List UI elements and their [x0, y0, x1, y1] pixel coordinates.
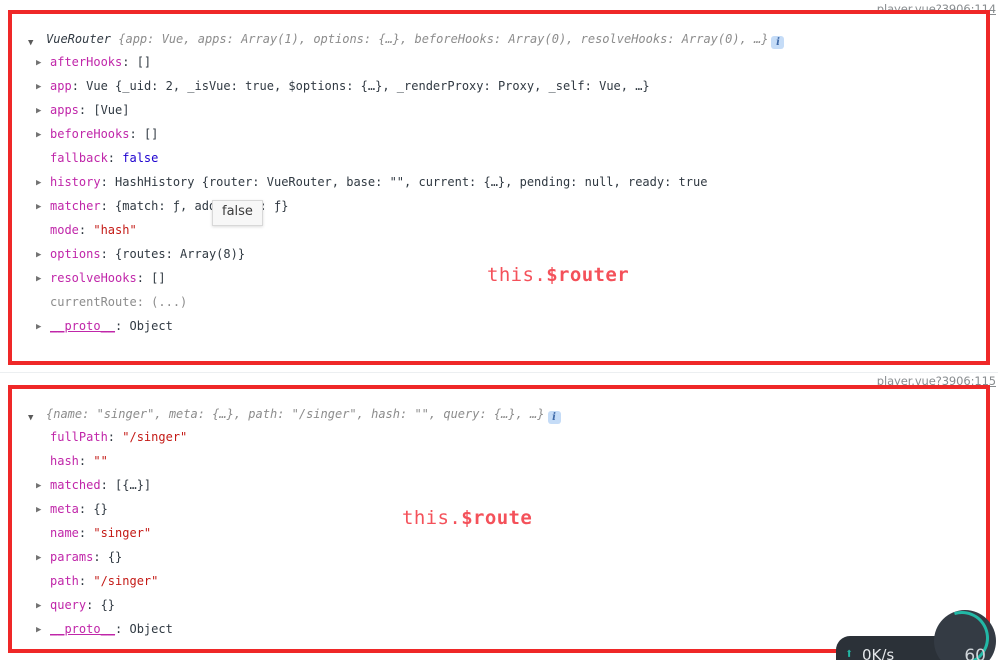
- property-row-mode[interactable]: mode: "hash": [28, 218, 986, 242]
- property-key: meta: [50, 502, 79, 516]
- chevron-right-icon[interactable]: ▶: [36, 99, 48, 123]
- property-key: currentRoute: [50, 295, 137, 309]
- property-row-afterHooks[interactable]: ▶ afterHooks: []: [28, 50, 986, 74]
- property-row-proto[interactable]: ▶ __proto__: Object: [28, 314, 986, 338]
- property-row-params[interactable]: ▶ params: {}: [28, 545, 986, 569]
- property-row-currentRoute[interactable]: currentRoute: (...): [28, 290, 986, 314]
- property-row-path[interactable]: path: "/singer": [28, 569, 986, 593]
- annotation-symbol: $router: [546, 264, 630, 286]
- console-divider: [0, 372, 998, 373]
- router-constructor-name: VueRouter: [46, 32, 112, 46]
- route-object-preview: {name: "singer", meta: {…}, path: "/sing…: [46, 407, 545, 421]
- property-value: "hash": [93, 223, 137, 237]
- property-key: mode: [50, 223, 79, 237]
- annotation-prefix: this.: [487, 264, 547, 286]
- property-value: Vue {_uid: 2, _isVue: true, $options: {……: [86, 79, 650, 93]
- property-value: "": [93, 454, 108, 468]
- property-row-query[interactable]: ▶ query: {}: [28, 593, 986, 617]
- annotation-this-router: this.$router: [487, 264, 629, 286]
- property-value: Object: [129, 622, 173, 636]
- property-row-proto[interactable]: ▶ __proto__: Object: [28, 617, 986, 641]
- property-row-beforeHooks[interactable]: ▶ beforeHooks: []: [28, 122, 986, 146]
- property-value: "singer": [93, 526, 152, 540]
- property-value: "/singer": [122, 430, 188, 444]
- route-object-header[interactable]: ▼ {name: "singer", meta: {…}, path: "/sin…: [28, 403, 986, 425]
- chevron-right-icon[interactable]: ▶: [36, 594, 48, 618]
- annotation-prefix: this.: [402, 507, 462, 529]
- info-icon[interactable]: i: [771, 36, 785, 49]
- property-value: [Vue]: [93, 103, 130, 117]
- property-value: Object: [129, 319, 173, 333]
- property-key: hash: [50, 454, 79, 468]
- property-value: {}: [107, 550, 123, 564]
- chevron-right-icon[interactable]: ▶: [36, 123, 48, 147]
- property-row-hash[interactable]: hash: "": [28, 449, 986, 473]
- chevron-right-icon[interactable]: ▶: [36, 267, 48, 291]
- property-key: __proto__: [50, 622, 116, 636]
- property-value: HashHistory {router: VueRouter, base: ""…: [115, 175, 708, 189]
- property-key: matcher: [50, 199, 101, 213]
- annotation-symbol: $route: [461, 507, 533, 529]
- chevron-right-icon[interactable]: ▶: [36, 75, 48, 99]
- property-value: []: [136, 55, 152, 69]
- property-row-history[interactable]: ▶ history: HashHistory {router: VueRouter…: [28, 170, 986, 194]
- property-key: beforeHooks: [50, 127, 130, 141]
- property-row-options[interactable]: ▶ options: {routes: Array(8)}: [28, 242, 986, 266]
- info-icon[interactable]: i: [547, 411, 561, 424]
- property-value: "/singer": [93, 574, 159, 588]
- property-row-fallback[interactable]: fallback: false: [28, 146, 986, 170]
- property-key: query: [50, 598, 87, 612]
- annotation-this-route: this.$route: [402, 507, 532, 529]
- chevron-right-icon[interactable]: ▶: [36, 171, 48, 195]
- property-value: {}: [93, 502, 108, 516]
- property-key: matched: [50, 478, 101, 492]
- property-key: app: [50, 79, 72, 93]
- property-key: resolveHooks: [50, 271, 137, 285]
- property-key: options: [50, 247, 101, 261]
- property-value: {}: [100, 598, 116, 612]
- property-key: params: [50, 550, 94, 564]
- chevron-right-icon[interactable]: ▶: [36, 618, 48, 642]
- property-key: fullPath: [50, 430, 108, 444]
- property-value: [{…}]: [115, 478, 152, 492]
- chevron-right-icon[interactable]: ▶: [36, 546, 48, 570]
- property-key: apps: [50, 103, 79, 117]
- property-key: __proto__: [50, 319, 116, 333]
- property-value[interactable]: (...): [151, 295, 187, 309]
- property-key: history: [50, 175, 101, 189]
- hover-tooltip: false: [212, 200, 263, 226]
- property-key: name: [50, 526, 79, 540]
- chevron-right-icon[interactable]: ▶: [36, 315, 48, 339]
- router-object-header[interactable]: ▼ VueRouter {app: Vue, apps: Array(1), op…: [28, 28, 986, 50]
- chevron-right-icon[interactable]: ▶: [36, 51, 48, 75]
- property-value: []: [151, 271, 166, 285]
- chevron-right-icon[interactable]: ▶: [36, 243, 48, 267]
- property-value: false: [122, 151, 159, 165]
- property-row-apps[interactable]: ▶ apps: [Vue]: [28, 98, 986, 122]
- chevron-right-icon[interactable]: ▶: [36, 474, 48, 498]
- console-entry-router[interactable]: ▼ VueRouter {app: Vue, apps: Array(1), op…: [8, 10, 990, 365]
- property-key: fallback: [50, 151, 108, 165]
- property-row-fullPath[interactable]: fullPath: "/singer": [28, 425, 986, 449]
- property-value: {routes: Array(8)}: [115, 247, 246, 261]
- chevron-right-icon[interactable]: ▶: [36, 195, 48, 219]
- property-row-matcher[interactable]: ▶ matcher: {match: ƒ, addRoutes: ƒ}: [28, 194, 986, 218]
- router-property-list: ▼ VueRouter {app: Vue, apps: Array(1), op…: [28, 28, 986, 338]
- property-key: path: [50, 574, 79, 588]
- property-row-matched[interactable]: ▶ matched: [{…}]: [28, 473, 986, 497]
- property-value: []: [143, 127, 159, 141]
- property-key: afterHooks: [50, 55, 123, 69]
- console-entry-route[interactable]: ▼ {name: "singer", meta: {…}, path: "/sin…: [8, 385, 990, 653]
- chevron-right-icon[interactable]: ▶: [36, 498, 48, 522]
- router-object-preview: {app: Vue, apps: Array(1), options: {…},…: [111, 32, 769, 46]
- property-row-app[interactable]: ▶ app: Vue {_uid: 2, _isVue: true, $optio…: [28, 74, 986, 98]
